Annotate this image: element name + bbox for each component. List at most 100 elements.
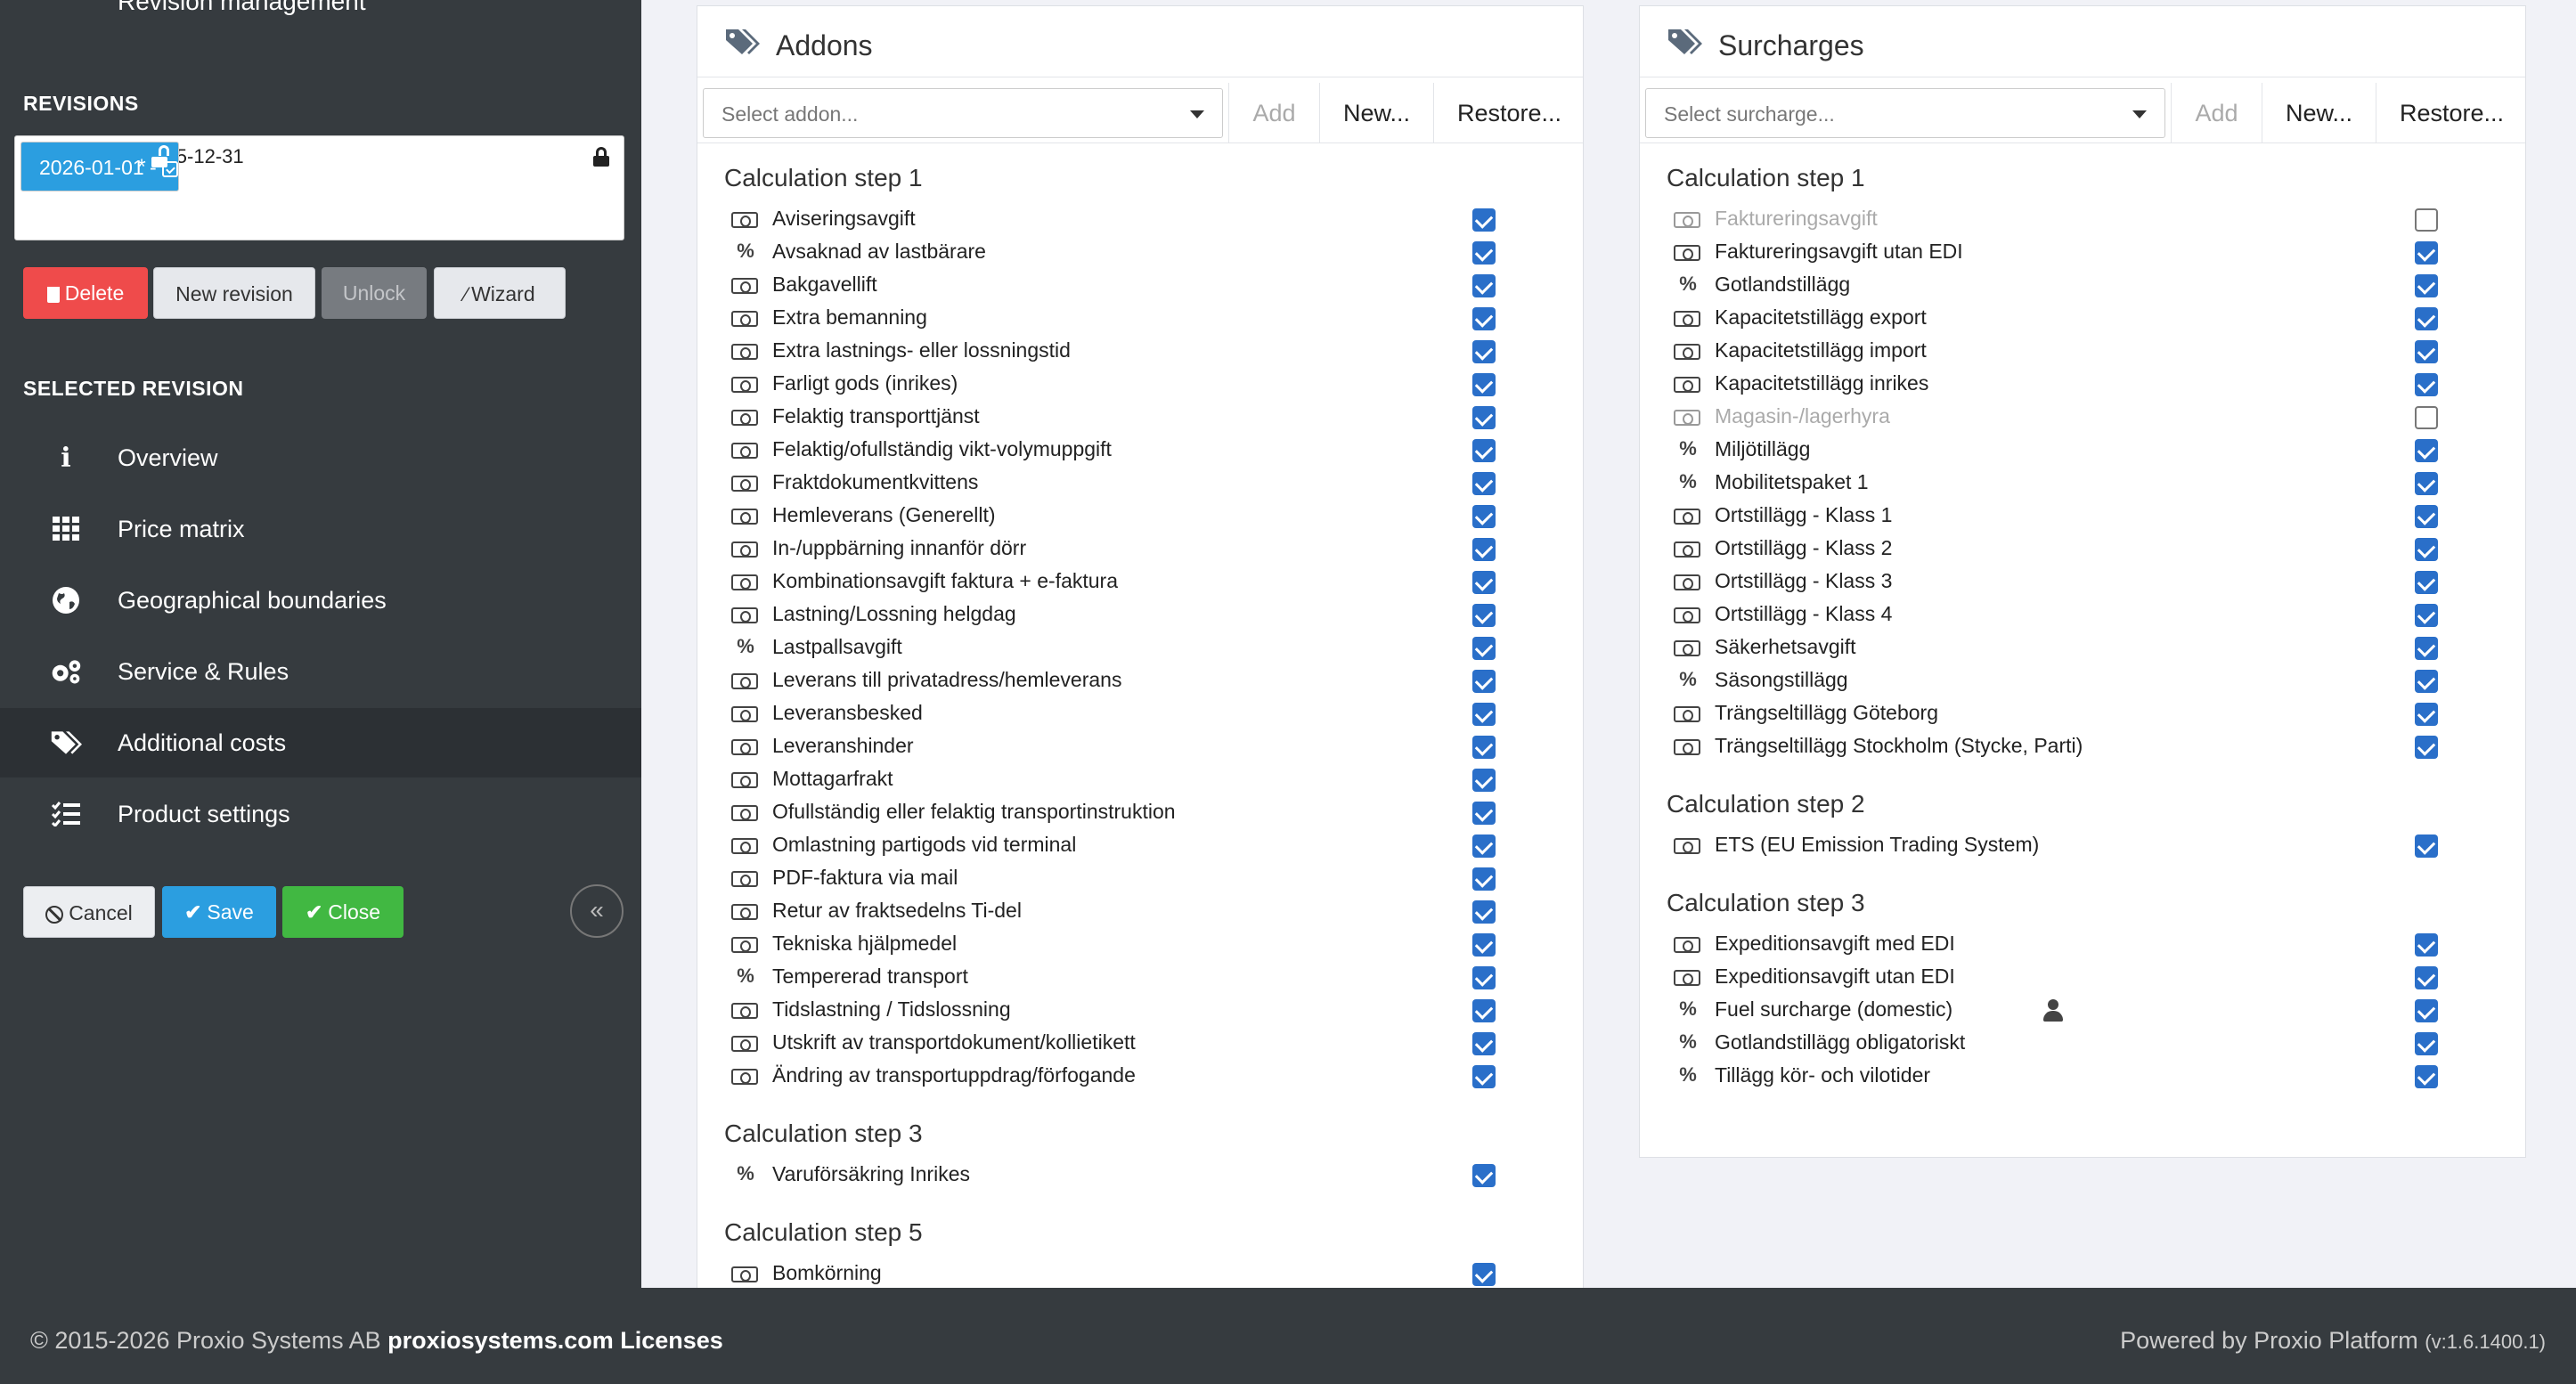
enabled-checkbox[interactable] [2415,604,2438,627]
enabled-checkbox[interactable] [1472,538,1496,561]
list-item: In-/uppbärning innanför dörr [731,533,1533,566]
addon-select[interactable]: Select addon... [703,88,1223,138]
enabled-checkbox[interactable] [1472,571,1496,594]
percent-icon: % [737,240,754,262]
enabled-checkbox[interactable] [1472,1263,1496,1286]
site-link[interactable]: proxiosystems.com [387,1327,614,1354]
enabled-checkbox[interactable] [1472,439,1496,462]
enabled-checkbox[interactable] [1472,999,1496,1022]
enabled-checkbox[interactable] [2415,406,2438,429]
enabled-checkbox[interactable] [2415,439,2438,462]
enabled-checkbox[interactable] [2415,703,2438,726]
enabled-checkbox[interactable] [2415,999,2438,1022]
restore-surcharge-button[interactable]: Restore... [2376,83,2527,143]
enabled-checkbox[interactable] [1472,406,1496,429]
money-icon [731,344,758,360]
surcharge-select[interactable]: Select surcharge... [1645,88,2165,138]
enabled-checkbox[interactable] [2415,274,2438,297]
enabled-checkbox[interactable] [1472,769,1496,792]
cancel-button[interactable]: Cancel [23,886,155,938]
enabled-checkbox[interactable] [1472,1065,1496,1088]
collapse-sidebar-button[interactable]: « [570,884,624,938]
item-label: Hemleverans (Generellt) [772,503,996,526]
nav-item-additional-costs[interactable]: Additional costs [0,708,641,777]
revision-item-selected[interactable]: 2026-01-01 - * [20,142,179,191]
enabled-checkbox[interactable] [1472,340,1496,363]
revision-list[interactable]: 2024-05-01 - 2025-12-31 2026-01-01 - * [14,135,624,240]
unlock-button[interactable]: Unlock [322,267,427,319]
item-label: Tempererad transport [772,965,968,988]
modified-marker: * [137,155,146,179]
item-label: Felaktig transporttjänst [772,404,980,427]
enabled-checkbox[interactable] [2415,241,2438,265]
enabled-checkbox[interactable] [2415,472,2438,495]
enabled-checkbox[interactable] [2415,670,2438,693]
enabled-checkbox[interactable] [2415,373,2438,396]
enabled-checkbox[interactable] [2415,1032,2438,1055]
enabled-checkbox[interactable] [1472,802,1496,825]
enabled-checkbox[interactable] [2415,1065,2438,1088]
new-revision-button[interactable]: New revision [153,267,315,319]
restore-addon-button[interactable]: Restore... [1433,83,1585,143]
enabled-checkbox[interactable] [1472,274,1496,297]
enabled-checkbox[interactable] [1472,703,1496,726]
enabled-checkbox[interactable] [1472,208,1496,232]
enabled-checkbox[interactable] [1472,505,1496,528]
new-addon-button[interactable]: New... [1319,83,1433,143]
save-button[interactable]: ✔ Save [162,886,276,938]
list-item: Tekniska hjälpmedel [731,928,1533,961]
enabled-checkbox[interactable] [2415,834,2438,858]
nav-item-geographical-boundaries[interactable]: Geographical boundaries [0,566,641,635]
add-addon-button[interactable]: Add [1228,83,1319,143]
enabled-checkbox[interactable] [1472,307,1496,330]
nav-item-product-settings[interactable]: Product settings [0,779,641,849]
enabled-checkbox[interactable] [1472,1032,1496,1055]
nav-item-service-rules[interactable]: Service & Rules [0,637,641,706]
addons-header: Addons [697,6,1583,77]
enabled-checkbox[interactable] [1472,670,1496,693]
nav-item-price-matrix[interactable]: Price matrix [0,494,641,564]
enabled-checkbox[interactable] [2415,538,2438,561]
enabled-checkbox[interactable] [2415,208,2438,232]
enabled-checkbox[interactable] [2415,966,2438,989]
enabled-checkbox[interactable] [1472,472,1496,495]
enabled-checkbox[interactable] [1472,834,1496,858]
licenses-link[interactable]: Licenses [620,1327,723,1354]
enabled-checkbox[interactable] [2415,571,2438,594]
item-label: Varuförsäkring Inrikes [772,1162,970,1185]
list-item: ETS (EU Emission Trading System) [1674,829,2475,862]
enabled-checkbox[interactable] [1472,966,1496,989]
add-surcharge-button[interactable]: Add [2171,83,2262,143]
enabled-checkbox[interactable] [2415,736,2438,759]
money-icon [731,311,758,327]
enabled-checkbox[interactable] [1472,900,1496,924]
enabled-checkbox[interactable] [1472,933,1496,957]
item-label: Fraktdokumentkvittens [772,470,979,493]
enabled-checkbox[interactable] [1472,736,1496,759]
enabled-checkbox[interactable] [1472,867,1496,891]
enabled-checkbox[interactable] [1472,241,1496,265]
gears-icon [50,655,82,688]
money-icon [1674,640,1700,656]
enabled-checkbox[interactable] [1472,373,1496,396]
enabled-checkbox[interactable] [2415,505,2438,528]
list-item: Ortstillägg - Klass 2 [1674,533,2475,566]
enabled-checkbox[interactable] [2415,340,2438,363]
close-button[interactable]: ✔ Close [282,886,404,938]
list-item: Expeditionsavgift utan EDI [1674,961,2475,994]
wizard-button[interactable]: ⁄ Wizard [434,267,566,319]
nav-item-overview[interactable]: i Overview [0,423,641,493]
item-label: Kapacitetstillägg inrikes [1715,371,1929,395]
version: (v:1.6.1400.1) [2425,1331,2546,1353]
enabled-checkbox[interactable] [2415,637,2438,660]
enabled-checkbox[interactable] [1472,604,1496,627]
list-item: % Mobilitetspaket 1 [1674,467,2475,500]
globe-icon [50,584,82,616]
enabled-checkbox[interactable] [2415,933,2438,957]
enabled-checkbox[interactable] [1472,637,1496,660]
delete-button[interactable]: Delete [23,267,148,319]
new-surcharge-button[interactable]: New... [2262,83,2376,143]
enabled-checkbox[interactable] [2415,307,2438,330]
enabled-checkbox[interactable] [1472,1164,1496,1187]
calculation-step-title: Calculation step 1 [724,164,923,191]
